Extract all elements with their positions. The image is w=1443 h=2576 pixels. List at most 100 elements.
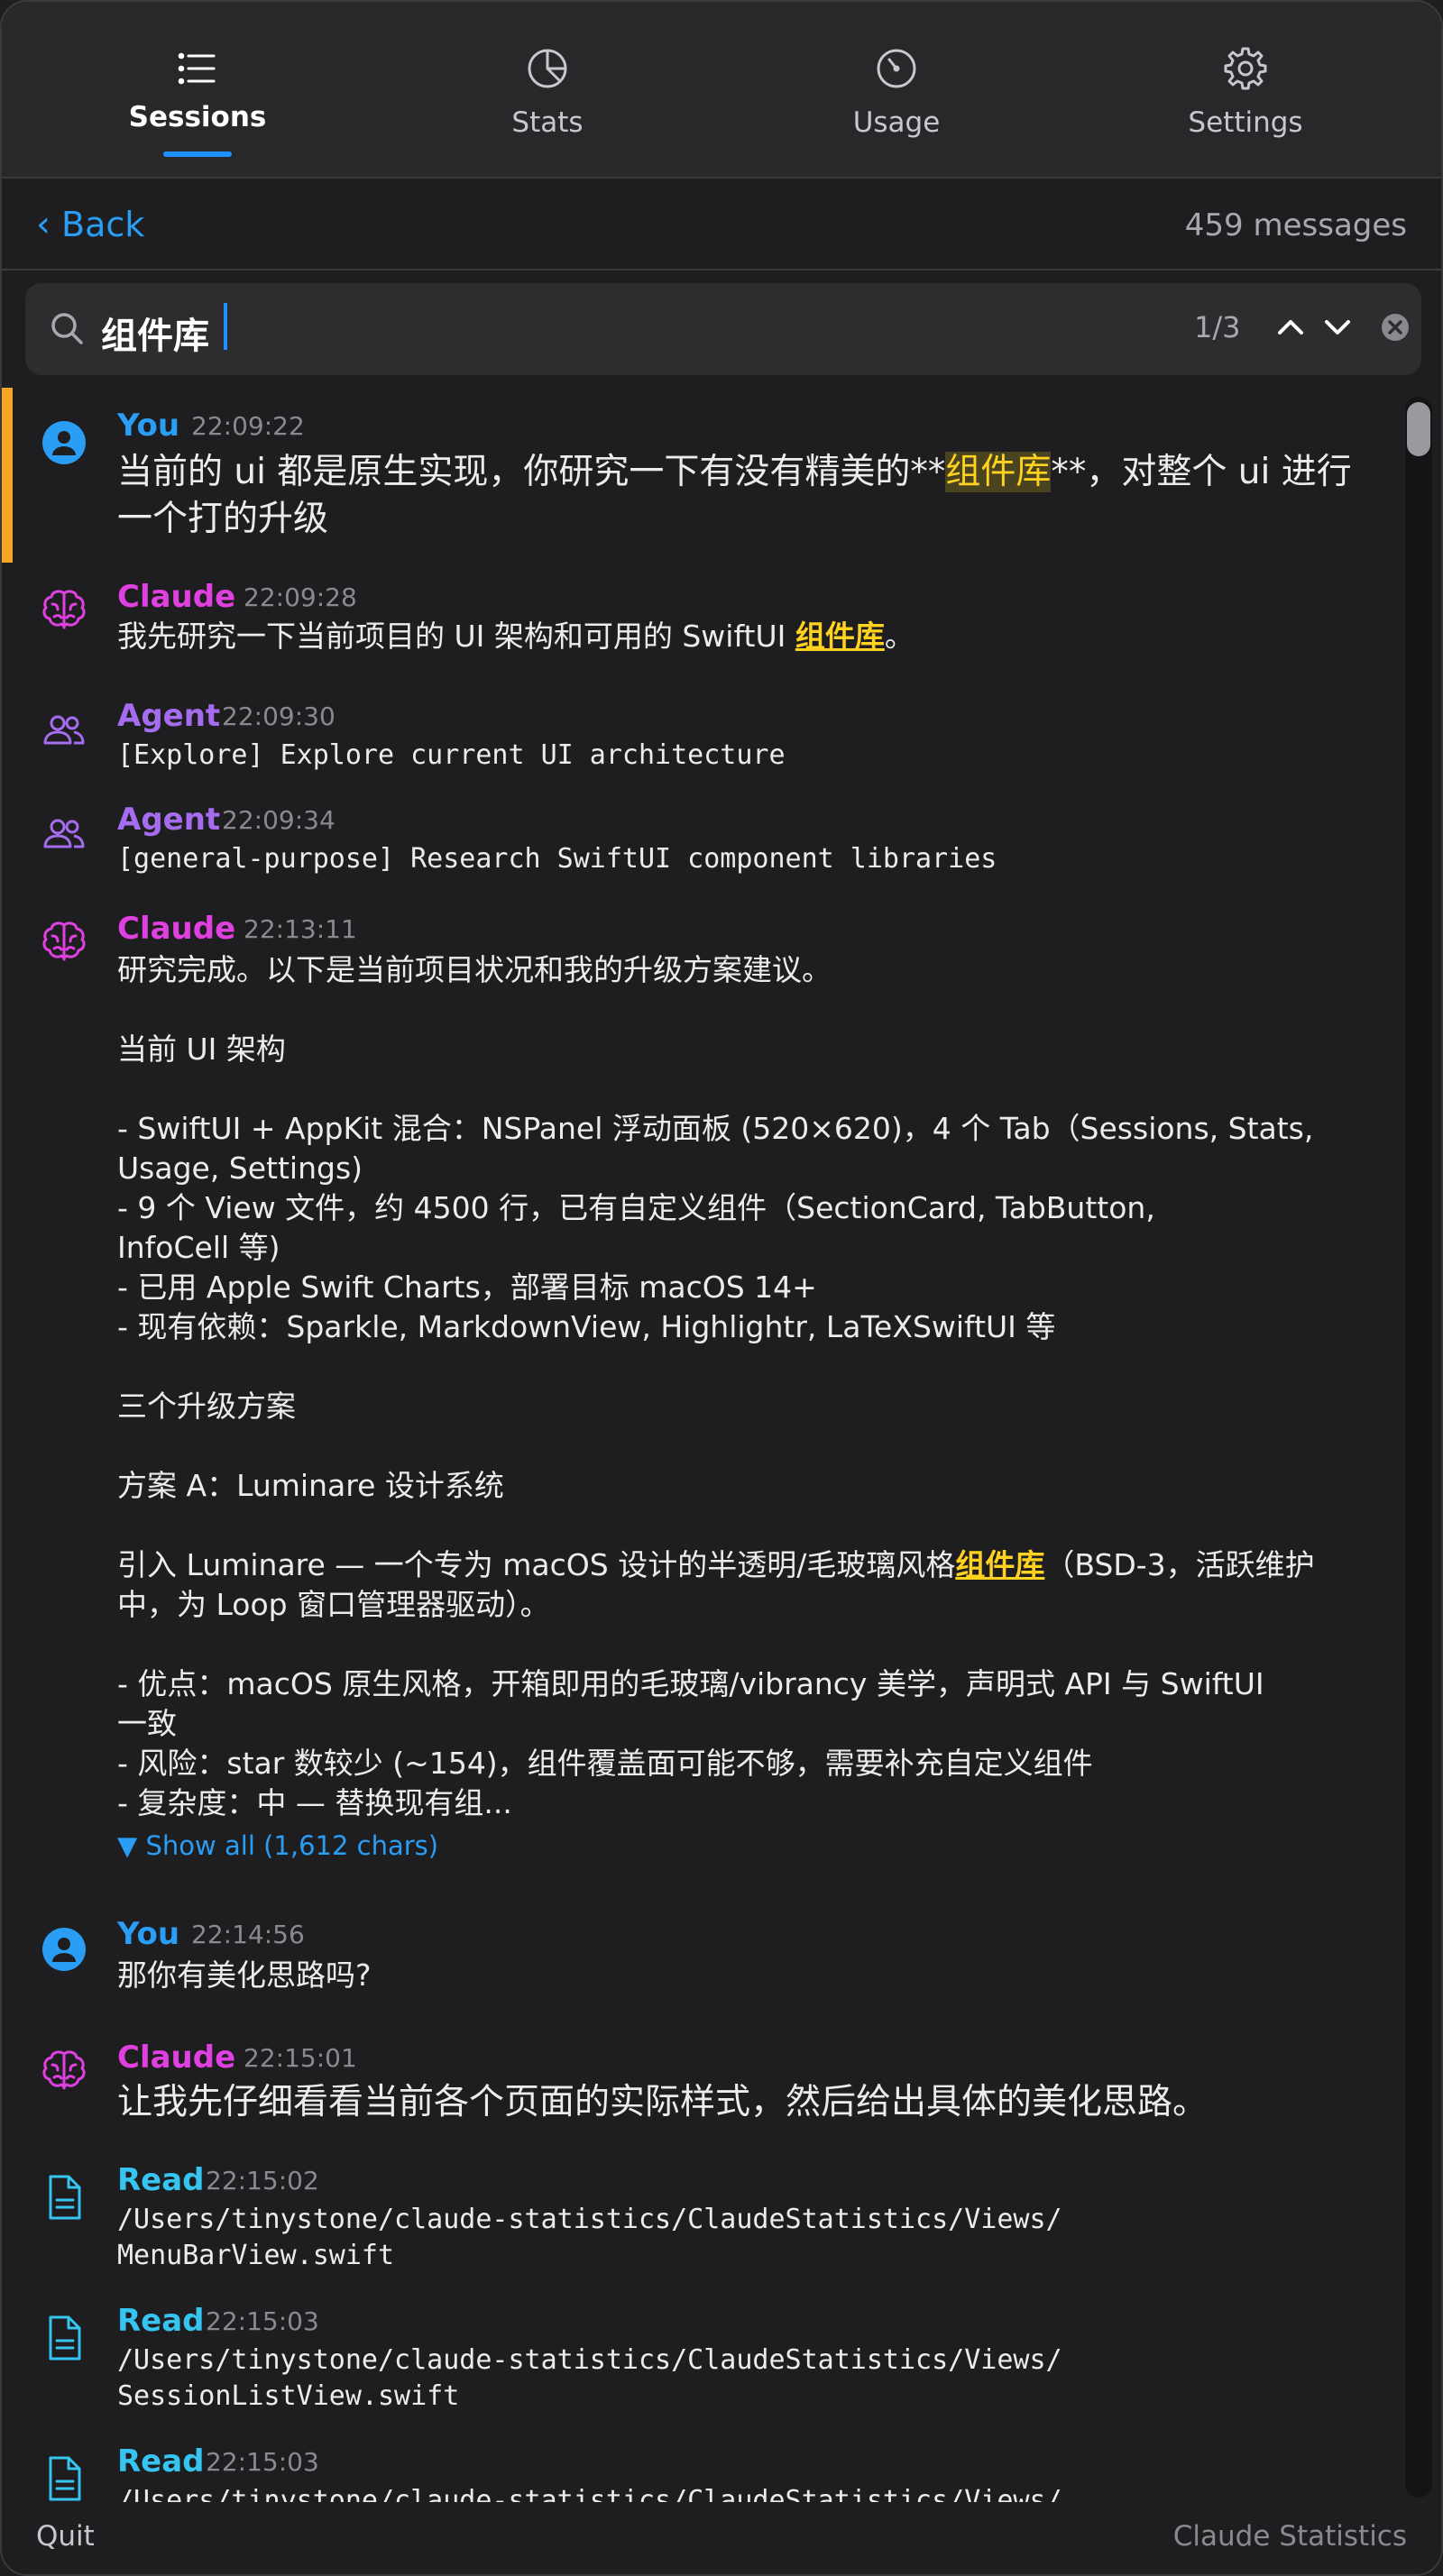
message-line: - SwiftUI + AppKit 混合：NSPanel 浮动面板 (520×…	[117, 1111, 1314, 1146]
sender-name: Claude	[117, 579, 236, 615]
message-text: 。	[884, 619, 915, 654]
app-name: Claude Statistics	[1172, 2520, 1407, 2553]
active-tab-indicator	[163, 151, 232, 157]
message-line: InfoCell 等)	[117, 1230, 280, 1265]
match-counter: 1/3	[1194, 310, 1241, 344]
message-body: 我先研究一下当前项目的 UI 架构和可用的 SwiftUI 组件库。	[117, 617, 1362, 656]
search-bar[interactable]: 组件库 1/3	[25, 283, 1421, 375]
message-line: 当前 UI 架构	[117, 1031, 286, 1067]
message-line: - 现有依赖：Sparkle, MarkdownView, Highlightr…	[117, 1309, 1056, 1344]
message-line: 引入 Luminare — 一个专为 macOS 设计的半透明/毛玻璃风格组件库…	[117, 1545, 1362, 1585]
text-cursor	[224, 303, 227, 350]
timestamp: 22:14:56	[191, 1920, 305, 1949]
path-line: /Users/tinystone/claude-statistics/Claud…	[117, 2204, 1062, 2235]
current-match-indicator	[2, 388, 13, 563]
chevron-up-icon[interactable]	[1270, 307, 1311, 348]
message-line: - 已用 Apple Swift Charts，部署目标 macOS 14+	[117, 1270, 817, 1305]
tab-bar: Sessions Stats Usage Settings	[2, 2, 1441, 179]
quit-button[interactable]: Quit	[36, 2520, 95, 2553]
message-text: 当前的 ui 都是原生实现，你研究一下有没有精美的**	[117, 452, 946, 492]
path-line: MenuBarView.swift	[117, 2240, 395, 2271]
sender-name: Claude	[117, 2040, 236, 2076]
tab-label: Settings	[1188, 106, 1303, 139]
chevron-left-icon: ‹	[36, 204, 51, 245]
tab-sessions[interactable]: Sessions	[49, 2, 346, 179]
user-avatar-icon	[42, 1928, 86, 1971]
message-line: - 风险：star 数较少 (~154)，组件覆盖面可能不够，需要补充自定义组件	[117, 1746, 1093, 1781]
message-text: 我先研究一下当前项目的 UI 架构和可用的 SwiftUI	[117, 619, 795, 654]
tab-label: Sessions	[128, 101, 267, 133]
search-match: 组件库	[955, 1547, 1045, 1582]
timestamp: 22:13:11	[244, 914, 357, 944]
sender-name: Agent	[117, 698, 221, 734]
message-line: - 复杂度：中 — 替换现有组...	[117, 1785, 512, 1820]
brain-icon	[42, 921, 86, 961]
message-line: 三个升级方案	[117, 1389, 296, 1424]
file-path: /Users/tinystone/claude-statistics/Claud…	[117, 2483, 1362, 2502]
clear-search-icon[interactable]	[1378, 310, 1412, 344]
timestamp: 22:15:03	[206, 2447, 319, 2477]
tool-name: Read	[117, 2443, 205, 2480]
tab-label: Stats	[511, 106, 584, 139]
list-icon	[178, 52, 216, 85]
session-header: ‹ Back 459 messages	[2, 180, 1441, 270]
back-label: Back	[61, 205, 145, 244]
path-line: /Users/tinystone/claude-statistics/Claud…	[117, 2485, 1062, 2502]
message-body: 研究完成。以下是当前项目状况和我的升级方案建议。 当前 UI 架构 - Swif…	[117, 950, 1362, 1823]
message-line: 一致	[117, 1706, 177, 1741]
timestamp: 22:09:34	[222, 805, 335, 835]
file-path: /Users/tinystone/claude-statistics/Claud…	[117, 2202, 1362, 2274]
message-line: 方案 A：Luminare 设计系统	[117, 1468, 504, 1503]
app-window: Sessions Stats Usage Settings ‹ Back 459…	[0, 0, 1443, 2576]
timestamp: 22:15:03	[206, 2306, 319, 2336]
message-line: Usage, Settings)	[117, 1150, 363, 1186]
tab-label: Usage	[852, 106, 941, 139]
search-match-current: 组件库	[945, 452, 1052, 492]
message-line: 研究完成。以下是当前项目状况和我的升级方案建议。	[117, 952, 832, 987]
tool-name: Read	[117, 2162, 205, 2198]
sender-name: Claude	[117, 911, 236, 947]
message-body: [general-purpose] Research SwiftUI compo…	[117, 843, 997, 875]
timestamp: 22:09:30	[222, 701, 335, 731]
tab-usage[interactable]: Usage	[748, 2, 1045, 179]
timestamp: 22:09:22	[191, 411, 305, 441]
message-line: - 优点：macOS 原生风格，开箱即用的毛玻璃/vibrancy 美学，声明式…	[117, 1666, 1264, 1701]
message-body: 当前的 ui 都是原生实现，你研究一下有没有精美的**组件库**，对整个 ui …	[117, 449, 1362, 543]
pie-chart-icon	[528, 49, 567, 88]
brain-icon	[42, 590, 86, 629]
message-body: [Explore] Explore current UI architectur…	[117, 739, 786, 771]
message-line: 中，为 Loop 窗口管理器驱动）。	[117, 1587, 550, 1622]
agents-icon	[43, 819, 85, 848]
message-list[interactable]: You 22:09:22 当前的 ui 都是原生实现，你研究一下有没有精美的**…	[2, 388, 1441, 2502]
document-icon	[49, 2456, 81, 2501]
document-icon	[49, 2315, 81, 2361]
tab-stats[interactable]: Stats	[399, 2, 696, 179]
show-all-link[interactable]: ▼ Show all (1,612 chars)	[117, 1830, 438, 1861]
brain-icon	[42, 2050, 86, 2090]
document-icon	[49, 2175, 81, 2220]
sender-name: Agent	[117, 802, 221, 838]
timestamp: 22:09:28	[244, 582, 357, 612]
message-line: - 9 个 View 文件，约 4500 行，已有自定义组件（SectionCa…	[117, 1190, 1155, 1225]
message-body: 那你有美化思路吗?	[117, 1957, 372, 1993]
search-input[interactable]: 组件库	[101, 307, 209, 359]
timestamp: 22:15:01	[244, 2043, 357, 2073]
agents-icon	[43, 715, 85, 745]
path-line: SessionListView.swift	[117, 2380, 460, 2412]
search-match: 组件库	[795, 619, 885, 654]
tab-settings[interactable]: Settings	[1097, 2, 1394, 179]
tool-name: Read	[117, 2303, 205, 2339]
gauge-icon	[877, 49, 916, 88]
back-button[interactable]: ‹ Back	[36, 204, 144, 245]
chevron-down-icon[interactable]	[1317, 307, 1358, 348]
timestamp: 22:15:02	[206, 2166, 319, 2196]
message-text: 引入 Luminare — 一个专为 macOS 设计的半透明/毛玻璃风格	[117, 1547, 956, 1582]
user-avatar-icon	[42, 421, 86, 464]
sender-name: You	[117, 1916, 180, 1952]
search-icon	[51, 313, 83, 344]
path-line: /Users/tinystone/claude-statistics/Claud…	[117, 2344, 1062, 2376]
message-text: （BSD-3，活跃维护	[1044, 1547, 1315, 1582]
scrollbar-thumb[interactable]	[1407, 402, 1430, 456]
scrollbar-track[interactable]	[1405, 397, 1432, 2498]
message-count: 459 messages	[1184, 207, 1407, 243]
